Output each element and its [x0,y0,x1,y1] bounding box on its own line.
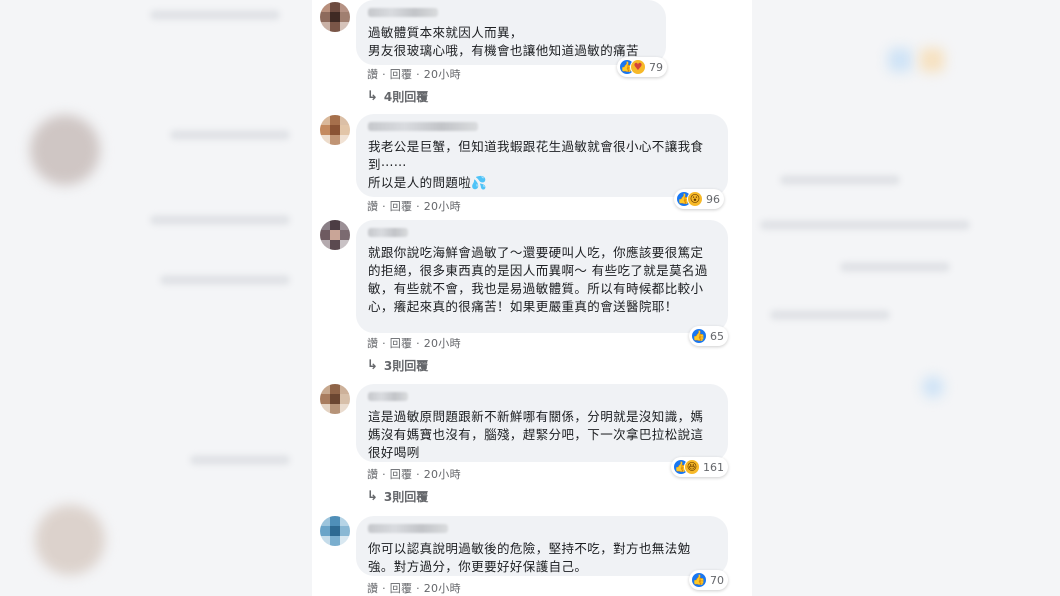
author-name-blurred[interactable] [368,524,448,533]
timestamp[interactable]: 20小時 [424,468,461,481]
wow-icon: 😮 [687,191,703,207]
comment-feed: 過敏體質本來就因人而異， 男友很玻璃心哦，有機會也讓他知道過敏的痛苦 👍 ♥ 7… [312,0,752,596]
comment-actions: 讚 · 回覆 · 20小時 [367,200,461,213]
replies-label: 3則回覆 [383,490,429,504]
comment-text: 這是過敏原問題跟新不新鮮哪有關係，分明就是沒知識，媽媽沒有媽寶也沒有，腦殘，趕緊… [368,409,704,460]
avatar[interactable] [320,516,350,546]
like-link[interactable]: 讚 [367,468,378,481]
comment-actions: 讚 · 回覆 · 20小時 [367,337,461,350]
avatar[interactable] [320,220,350,250]
comment-text: 我老公是巨蟹，但知道我蝦跟花生過敏就會很小心不讓我食到⋯⋯ 所以是人的問題啦💦 [368,139,704,190]
like-link[interactable]: 讚 [367,337,378,350]
comment-text: 過敏體質本來就因人而異， 男友很玻璃心哦，有機會也讓他知道過敏的痛苦 [368,25,639,58]
avatar[interactable] [320,2,350,32]
reaction-summary[interactable]: 👍 70 [689,570,728,590]
comment-bubble: 就跟你說吃海鮮會過敏了～還要硬叫人吃，你應該要很篤定的拒絕，很多東西真的是因人而… [356,220,728,333]
view-replies-link[interactable]: ↳ 4則回覆 [367,88,428,105]
reply-arrow-icon: ↳ [367,358,378,373]
reply-link[interactable]: 回覆 [390,337,413,350]
reply-arrow-icon: ↳ [367,89,378,104]
like-link[interactable]: 讚 [367,200,378,213]
timestamp[interactable]: 20小時 [424,337,461,350]
avatar[interactable] [320,115,350,145]
reply-arrow-icon: ↳ [367,489,378,504]
author-name-blurred[interactable] [368,392,408,401]
reaction-summary[interactable]: 👍 😮 96 [674,189,724,209]
view-replies-link[interactable]: ↳ 3則回覆 [367,488,428,505]
timestamp[interactable]: 20小時 [424,200,461,213]
comment-bubble: 過敏體質本來就因人而異， 男友很玻璃心哦，有機會也讓他知道過敏的痛苦 [356,0,666,65]
avatar[interactable] [320,384,350,414]
comment-text: 就跟你說吃海鮮會過敏了～還要硬叫人吃，你應該要很篤定的拒絕，很多東西真的是因人而… [368,245,708,314]
replies-label: 4則回覆 [383,90,429,104]
comment-text: 你可以認真說明過敏後的危險，堅持不吃，對方也無法勉強。對方過分，你更要好好保護自… [368,541,691,574]
timestamp[interactable]: 20小時 [424,582,461,595]
author-name-blurred[interactable] [368,8,438,17]
like-link[interactable]: 讚 [367,582,378,595]
reply-link[interactable]: 回覆 [390,200,413,213]
view-replies-link[interactable]: ↳ 3則回覆 [367,357,428,374]
comment-bubble: 我老公是巨蟹，但知道我蝦跟花生過敏就會很小心不讓我食到⋯⋯ 所以是人的問題啦💦 [356,114,728,197]
comment-actions: 讚 · 回覆 · 20小時 [367,582,461,595]
reply-link[interactable]: 回覆 [390,468,413,481]
comment-bubble: 這是過敏原問題跟新不新鮮哪有關係，分明就是沒知識，媽媽沒有媽寶也沒有，腦殘，趕緊… [356,384,728,462]
thumbs-up-icon: 👍 [691,572,707,588]
replies-label: 3則回覆 [383,359,429,373]
timestamp[interactable]: 20小時 [424,68,461,81]
author-name-blurred[interactable] [368,228,408,237]
reaction-count: 161 [703,460,724,474]
reply-link[interactable]: 回覆 [390,582,413,595]
like-link[interactable]: 讚 [367,68,378,81]
reaction-summary[interactable]: 👍 65 [689,326,728,346]
reaction-count: 65 [710,329,724,343]
comment-actions: 讚 · 回覆 · 20小時 [367,68,461,81]
laugh-icon: 😆 [684,459,700,475]
reaction-count: 79 [649,60,663,74]
reaction-count: 70 [710,573,724,587]
reaction-count: 96 [706,192,720,206]
care-icon: ♥ [630,59,646,75]
thumbs-up-icon: 👍 [691,328,707,344]
comment-bubble: 你可以認真說明過敏後的危險，堅持不吃，對方也無法勉強。對方過分，你更要好好保護自… [356,516,728,576]
reply-link[interactable]: 回覆 [390,68,413,81]
author-name-blurred[interactable] [368,122,478,131]
reaction-summary[interactable]: 👍 ♥ 79 [617,57,667,77]
comment-actions: 讚 · 回覆 · 20小時 [367,468,461,481]
reaction-summary[interactable]: 👍 😆 161 [671,457,728,477]
